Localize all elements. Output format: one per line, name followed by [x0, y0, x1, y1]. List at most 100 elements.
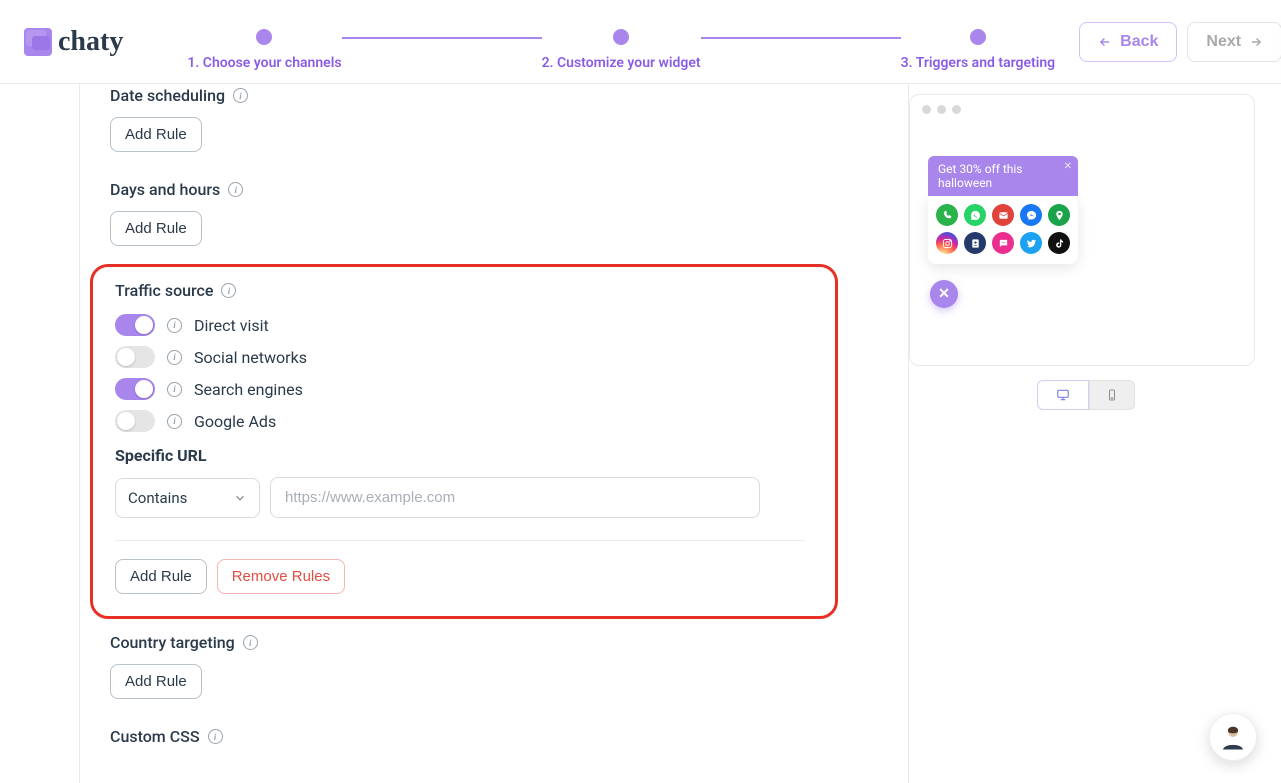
info-icon[interactable]: i [167, 318, 182, 333]
section-traffic-source: Traffic source i i Direct visit i Social… [90, 264, 838, 619]
title-text: Custom CSS [110, 727, 200, 746]
promo-banner: Get 30% off this halloween ✕ [928, 156, 1078, 196]
tiktok-icon[interactable] [1048, 232, 1070, 254]
mobile-icon [1106, 387, 1118, 403]
rule-actions: Add Rule Remove Rules [115, 559, 825, 594]
info-icon[interactable]: i [233, 88, 248, 103]
device-desktop-button[interactable] [1037, 380, 1089, 410]
info-icon[interactable]: i [221, 283, 236, 298]
header-actions: Back Next Save Widget [1079, 13, 1281, 71]
header: chaty 1. Choose your channels 2. Customi… [0, 0, 1281, 84]
step-1[interactable]: 1. Choose your channels [187, 29, 341, 71]
info-icon[interactable]: i [167, 382, 182, 397]
step-dot-icon [256, 29, 272, 45]
progress-steps: 1. Choose your channels 2. Customize you… [187, 13, 1055, 71]
toggle-switch[interactable] [115, 378, 155, 400]
step-3[interactable]: 3. Triggers and targeting [901, 29, 1056, 71]
section-title: Date scheduling i [110, 86, 908, 105]
toggle-label: Social networks [194, 348, 307, 367]
back-button[interactable]: Back [1079, 22, 1177, 62]
title-text: Traffic source [115, 281, 213, 300]
title-text: Country targeting [110, 633, 235, 652]
toggle-switch[interactable] [115, 346, 155, 368]
url-input[interactable] [270, 477, 760, 518]
device-mobile-button[interactable] [1089, 380, 1135, 410]
add-rule-button[interactable]: Add Rule [110, 664, 202, 699]
chat-panel [928, 196, 1078, 264]
info-icon[interactable]: i [243, 635, 258, 650]
specific-url-label: Specific URL [115, 446, 825, 465]
arrow-left-icon [1098, 35, 1112, 49]
logo-icon [24, 28, 52, 56]
next-button-label: Next [1206, 33, 1241, 51]
next-button[interactable]: Next [1187, 22, 1281, 62]
preview-column: Get 30% off this halloween ✕ [909, 84, 1281, 783]
toggle-google-ads: i Google Ads [115, 410, 825, 432]
promo-text: Get 30% off this halloween [938, 162, 1023, 190]
twitter-icon[interactable] [1020, 232, 1042, 254]
close-fab[interactable]: ✕ [930, 280, 958, 308]
step-2[interactable]: 2. Customize your widget [542, 29, 701, 71]
device-switch [909, 380, 1263, 410]
section-days-hours: Days and hours i Add Rule [80, 176, 908, 248]
desktop-icon [1054, 388, 1072, 402]
toggle-label: Direct visit [194, 316, 269, 335]
select-value: Contains [128, 489, 187, 507]
person-icon [1218, 722, 1248, 752]
step-label: 1. Choose your channels [187, 55, 341, 71]
phone-icon[interactable] [936, 204, 958, 226]
toggle-direct-visit: i Direct visit [115, 314, 825, 336]
toggle-switch[interactable] [115, 314, 155, 336]
step-connector [342, 37, 542, 39]
info-icon[interactable]: i [228, 182, 243, 197]
messenger-icon[interactable] [1020, 204, 1042, 226]
add-rule-button[interactable]: Add Rule [110, 117, 202, 152]
title-text: Days and hours [110, 180, 220, 199]
section-date-scheduling: Date scheduling i Add Rule [80, 84, 908, 154]
section-title: Custom CSS i [110, 727, 908, 746]
section-title: Country targeting i [110, 633, 908, 652]
contact-icon[interactable] [964, 232, 986, 254]
section-title: Traffic source i [115, 281, 825, 300]
icon-row-1 [936, 204, 1070, 226]
section-country-targeting: Country targeting i Add Rule [80, 629, 908, 701]
support-avatar[interactable] [1209, 713, 1257, 761]
section-title: Days and hours i [110, 180, 908, 199]
info-icon[interactable]: i [167, 414, 182, 429]
main-panel: Date scheduling i Add Rule Days and hour… [79, 84, 909, 783]
step-dot-icon [613, 29, 629, 45]
title-text: Date scheduling [110, 86, 225, 105]
toggle-label: Google Ads [194, 412, 276, 431]
step-label: 3. Triggers and targeting [901, 55, 1056, 71]
section-custom-css: Custom CSS i [80, 723, 908, 760]
body: Date scheduling i Add Rule Days and hour… [0, 84, 1281, 783]
content: Date scheduling i Add Rule Days and hour… [1, 84, 1281, 783]
divider [115, 540, 805, 541]
condition-select[interactable]: Contains [115, 478, 260, 518]
chevron-down-icon [233, 491, 247, 505]
whatsapp-icon[interactable] [964, 204, 986, 226]
info-icon[interactable]: i [208, 729, 223, 744]
specific-url-row: Contains [115, 477, 825, 518]
step-label: 2. Customize your widget [542, 55, 701, 71]
logo-text: chaty [58, 26, 123, 58]
icon-row-2 [936, 232, 1070, 254]
toggle-switch[interactable] [115, 410, 155, 432]
email-icon[interactable] [992, 204, 1014, 226]
info-icon[interactable]: i [167, 350, 182, 365]
step-connector [701, 37, 901, 39]
toggle-search-engines: i Search engines [115, 378, 825, 400]
toggle-social-networks: i Social networks [115, 346, 825, 368]
add-rule-button[interactable]: Add Rule [110, 211, 202, 246]
window-controls [922, 105, 1244, 114]
remove-rules-button[interactable]: Remove Rules [217, 559, 345, 594]
sms-icon[interactable] [992, 232, 1014, 254]
toggle-label: Search engines [194, 380, 303, 399]
location-icon[interactable] [1048, 204, 1070, 226]
arrow-right-icon [1249, 35, 1263, 49]
instagram-icon[interactable] [936, 232, 958, 254]
logo: chaty [24, 26, 123, 58]
close-icon[interactable]: ✕ [1064, 161, 1072, 172]
step-dot-icon [970, 29, 986, 45]
add-rule-button[interactable]: Add Rule [115, 559, 207, 594]
